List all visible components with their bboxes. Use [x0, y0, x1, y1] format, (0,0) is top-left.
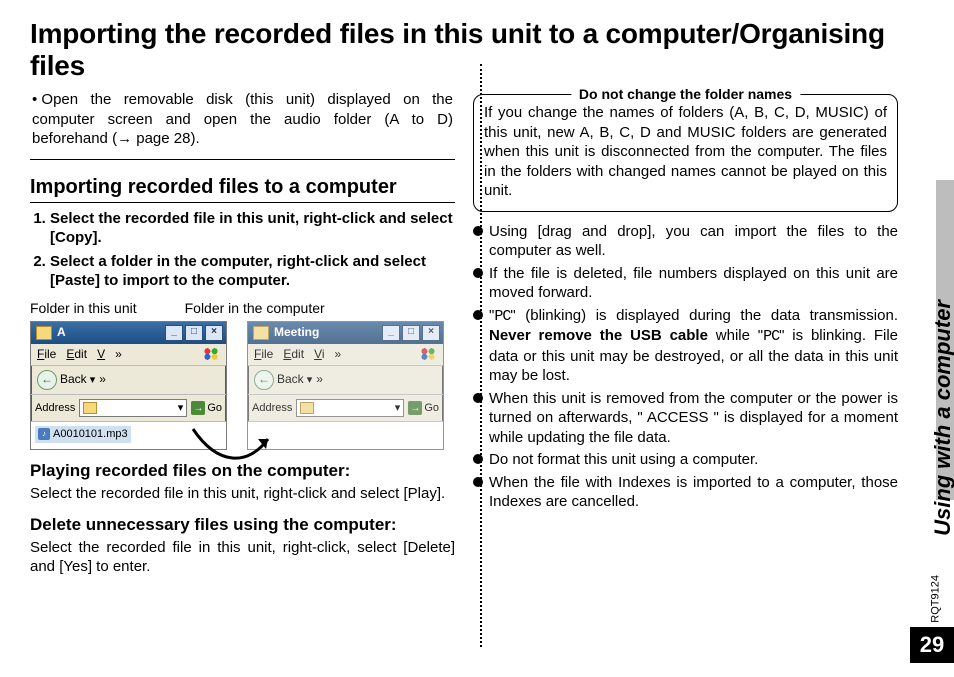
maximize-button[interactable]: □	[185, 325, 203, 341]
back-label: Back	[60, 372, 87, 388]
minimize-button[interactable]: _	[165, 325, 183, 341]
section-label: Using with a computer	[930, 300, 954, 536]
note-access: When this unit is removed from the compu…	[473, 389, 898, 448]
note-format: Do not format this unit using a computer…	[473, 450, 898, 470]
windows-flag-icon	[419, 347, 437, 361]
go-label: Go	[207, 401, 222, 415]
titlebar: A _ □ ×	[31, 322, 226, 344]
address-label: Address	[35, 401, 75, 415]
maximize-button[interactable]: □	[402, 325, 420, 341]
back-arrow-icon: ←	[254, 370, 274, 390]
go-arrow-icon: →	[408, 401, 422, 415]
left-column: • Open the removable disk (this unit) di…	[30, 90, 455, 587]
menu-edit[interactable]: Edit	[66, 347, 87, 363]
intro-note: • Open the removable disk (this unit) di…	[30, 90, 455, 160]
titlebar: Meeting _ □ ×	[248, 322, 443, 344]
back-button[interactable]: ← Back ▾	[37, 370, 95, 390]
document-id: RQT9124	[930, 575, 942, 623]
note-usb: "PC" (blinking) is displayed during the …	[473, 306, 898, 386]
go-button[interactable]: → Go	[408, 401, 439, 415]
address-bar: Address ▾ → Go	[248, 395, 443, 422]
paragraph-delete: Select the recorded file in this unit, r…	[30, 538, 455, 577]
right-column: Do not change the folder names If you ch…	[473, 90, 898, 587]
notes-list: Using [drag and drop], you can import th…	[473, 222, 898, 512]
menu-bar: File Edit V »	[31, 344, 226, 367]
back-arrow-icon: ←	[37, 370, 57, 390]
warning-box: Do not change the folder names If you ch…	[473, 94, 898, 212]
subheading-delete: Delete unnecessary files using the compu…	[30, 514, 455, 536]
address-bar: Address ▾ → Go	[31, 395, 226, 422]
menu-file[interactable]: File	[254, 347, 273, 363]
menu-more[interactable]: »	[115, 347, 122, 363]
back-dropdown-icon: ▾	[90, 373, 96, 387]
minimize-button[interactable]: _	[382, 325, 400, 341]
address-input[interactable]: ▾	[296, 399, 404, 417]
toolbar-more[interactable]: »	[99, 372, 106, 388]
back-button[interactable]: ← Back ▾	[254, 370, 312, 390]
note-dragdrop: Using [drag and drop], you can import th…	[473, 222, 898, 261]
back-label: Back	[277, 372, 304, 388]
window-title: Meeting	[274, 325, 382, 341]
menu-bar: File Edit Vi »	[248, 344, 443, 367]
pc-icon: PC	[763, 328, 779, 345]
menu-file[interactable]: File	[37, 347, 56, 363]
copy-arrow-icon	[188, 421, 278, 471]
window-title: A	[57, 325, 165, 341]
manual-page: Importing the recorded files in this uni…	[0, 0, 954, 677]
address-label: Address	[252, 401, 292, 415]
step-2: Select a folder in the computer, right-c…	[50, 252, 455, 291]
menu-more[interactable]: »	[335, 347, 342, 363]
note-usb-bold: Never remove the USB cable	[489, 327, 708, 344]
toolbar: ← Back ▾ »	[31, 366, 226, 395]
audio-file-icon: ♪	[38, 428, 50, 440]
intro-text: Open the removable disk (this unit) disp…	[32, 91, 453, 147]
step-1: Select the recorded file in this unit, r…	[50, 209, 455, 248]
page-title: Importing the recorded files in this uni…	[30, 18, 898, 82]
go-arrow-icon: →	[191, 401, 205, 415]
dropdown-icon: ▾	[395, 401, 401, 415]
caption-unit-folder: Folder in this unit	[30, 299, 137, 317]
folder-icon	[36, 326, 52, 340]
menu-edit[interactable]: Edit	[283, 347, 304, 363]
menu-view[interactable]: V	[97, 347, 105, 363]
folder-icon	[83, 402, 97, 414]
note-filenumbers: If the file is deleted, file numbers dis…	[473, 264, 898, 303]
back-dropdown-icon: ▾	[307, 373, 313, 387]
folder-icon	[253, 326, 269, 340]
page-number: 29	[910, 627, 954, 663]
go-label: Go	[424, 401, 439, 415]
close-button[interactable]: ×	[422, 325, 440, 341]
go-button[interactable]: → Go	[191, 401, 222, 415]
folder-icon	[300, 402, 314, 414]
note-indexes: When the file with Indexes is imported t…	[473, 473, 898, 512]
file-name: A0010101.mp3	[53, 427, 128, 441]
address-input[interactable]: ▾	[79, 399, 187, 417]
file-item-selected[interactable]: ♪ A0010101.mp3	[35, 426, 131, 442]
warning-title: Do not change the folder names	[571, 85, 800, 103]
toolbar-more[interactable]: »	[316, 372, 323, 388]
windows-flag-icon	[202, 347, 220, 361]
paragraph-play: Select the recorded file in this unit, r…	[30, 484, 455, 504]
dropdown-icon: ▾	[178, 401, 184, 415]
close-button[interactable]: ×	[205, 325, 223, 341]
caption-computer-folder: Folder in the computer	[185, 299, 325, 317]
menu-view[interactable]: Vi	[314, 347, 324, 363]
pc-icon: PC	[494, 308, 510, 325]
warning-body: If you change the names of folders (A, B…	[484, 103, 887, 201]
import-steps: Select the recorded file in this unit, r…	[30, 209, 455, 291]
toolbar: ← Back ▾ »	[248, 366, 443, 395]
explorer-windows-illustration: A _ □ × File Edit V »	[30, 321, 455, 451]
section-heading-import: Importing recorded files to a computer	[30, 174, 455, 203]
